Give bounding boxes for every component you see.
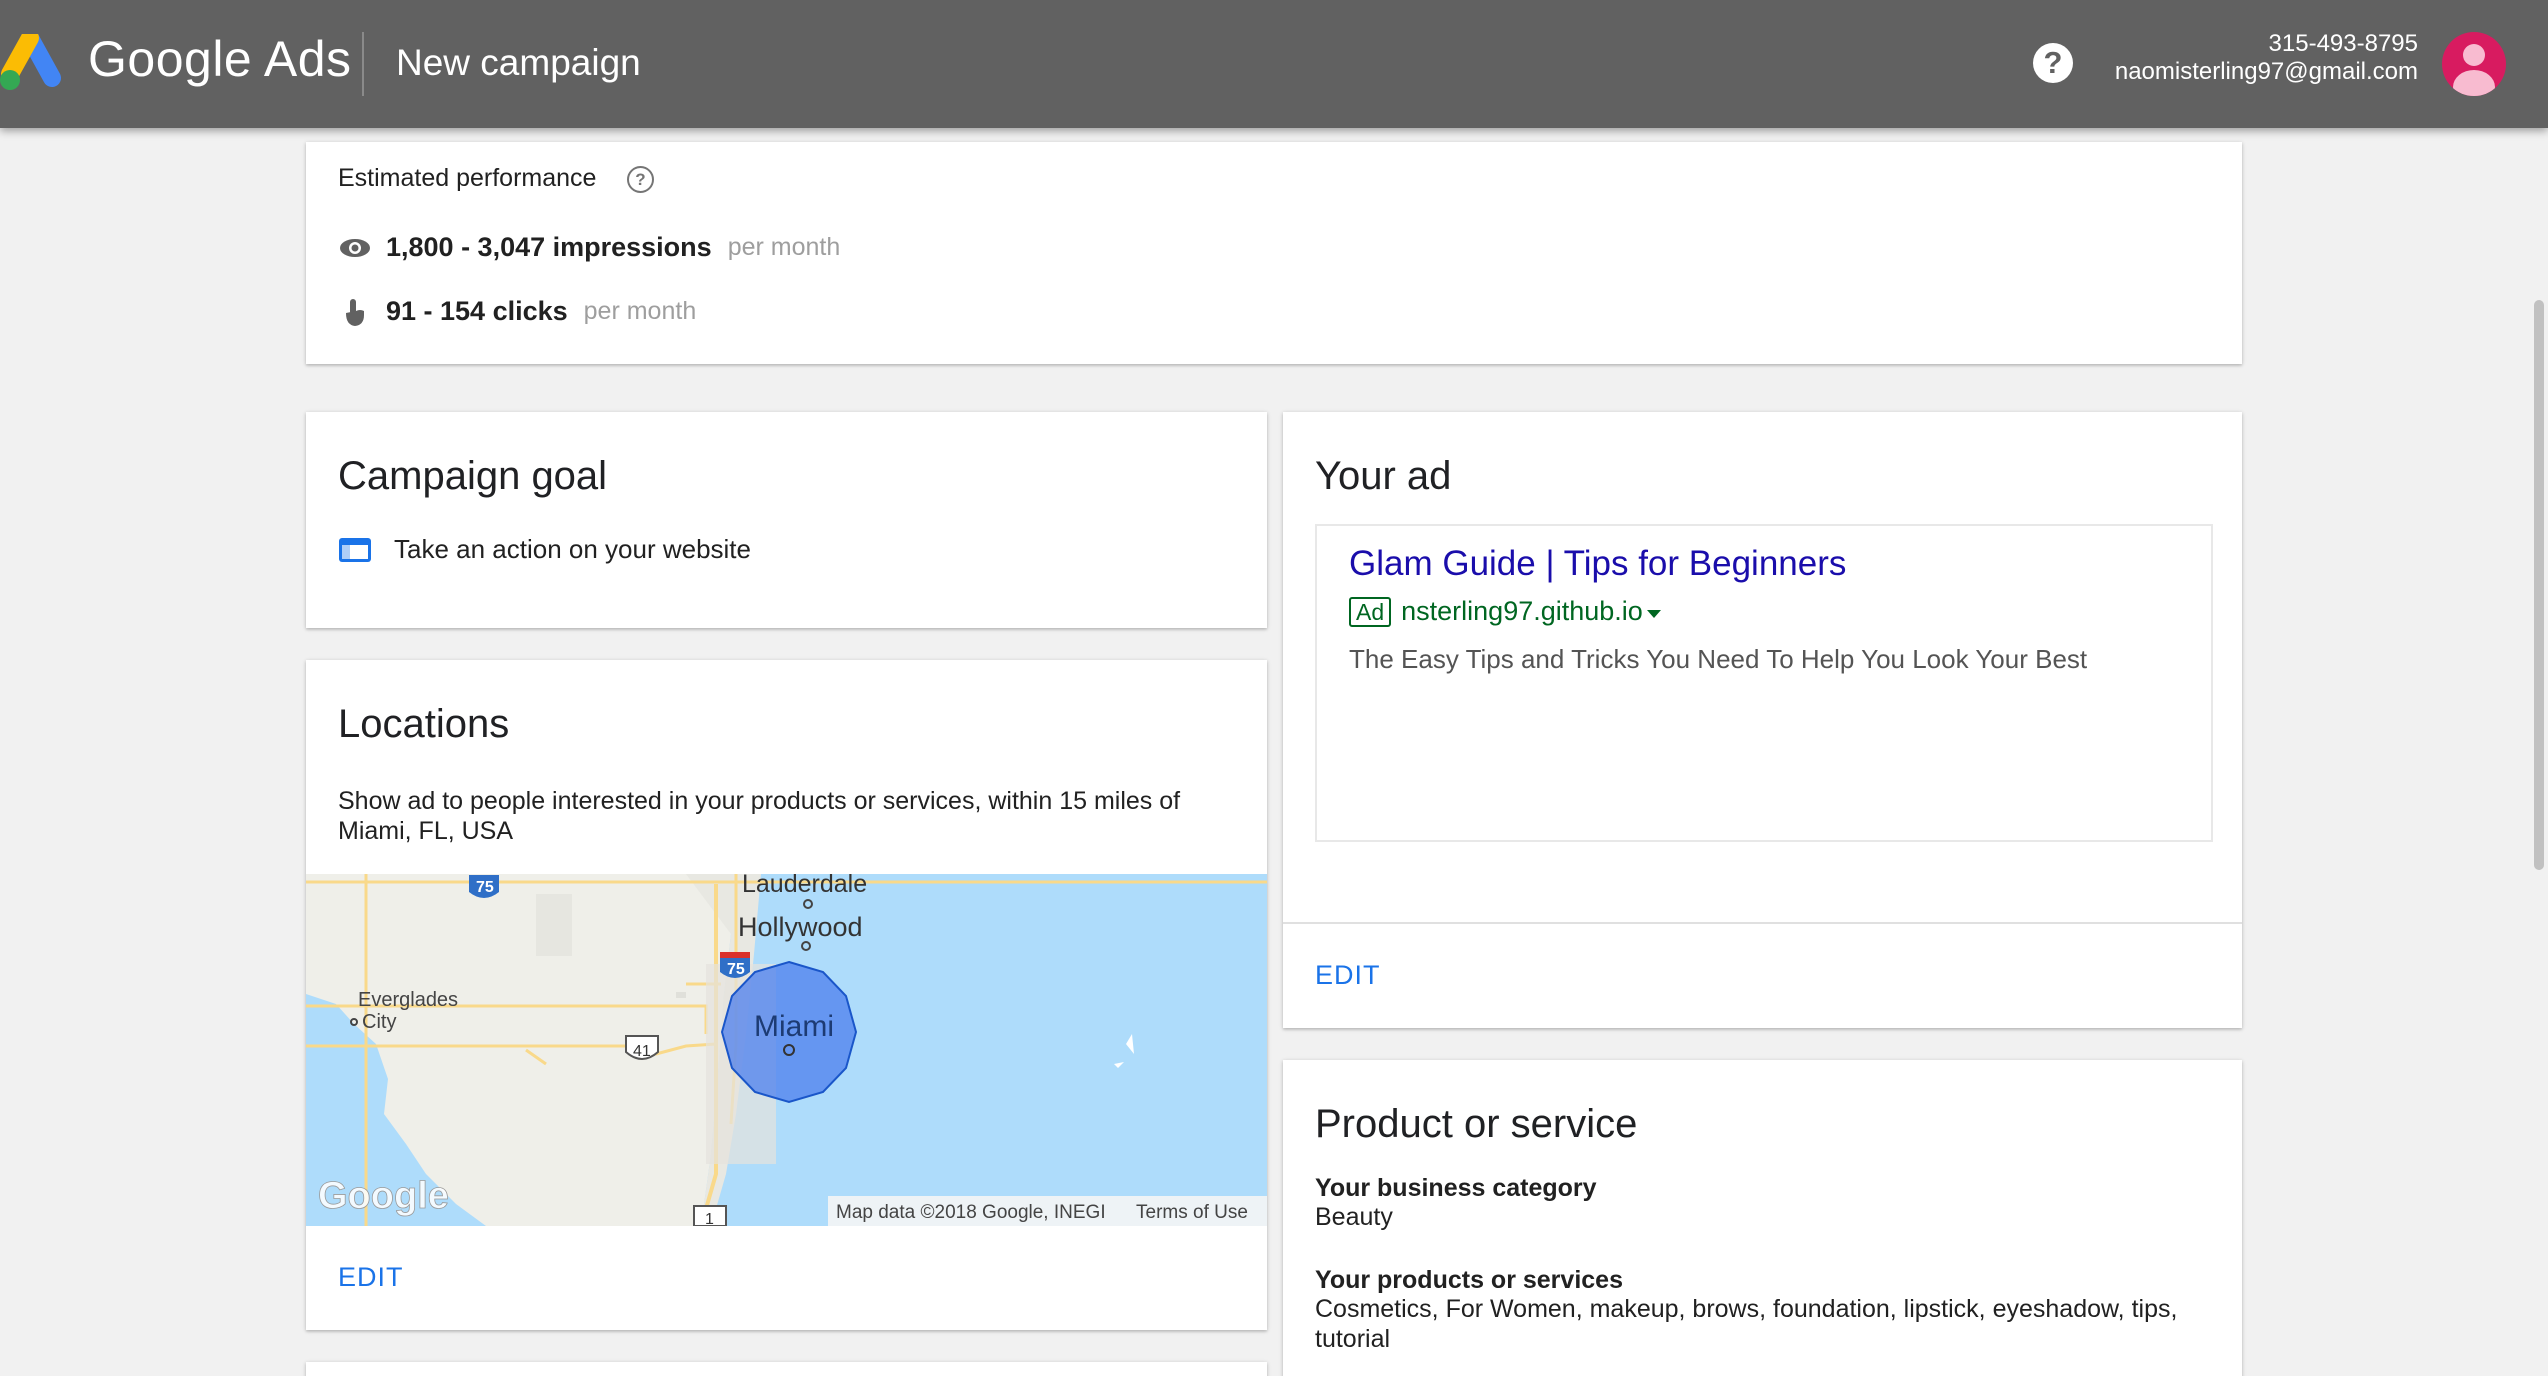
caret-down-icon[interactable]: [1646, 609, 1661, 618]
page-scrollbar[interactable]: [2534, 300, 2544, 870]
google-ads-logo-icon[interactable]: [0, 34, 66, 92]
ad-badge: Ad: [1349, 596, 1392, 627]
products-services-label: Your products or services: [1315, 1266, 1623, 1294]
help-circle-icon[interactable]: ?: [627, 166, 654, 193]
map-shield-us41: 41: [633, 1043, 651, 1060]
clicks-row: 91 - 154 clicks per month: [338, 296, 696, 327]
business-category-value: Beauty: [1315, 1203, 1393, 1231]
your-ad-divider: [1283, 922, 2242, 924]
avatar[interactable]: [2442, 32, 2506, 96]
impressions-value: 1,800 - 3,047 impressions: [386, 232, 712, 262]
ad-preview: Glam Guide | Tips for Beginners Ad nster…: [1315, 524, 2213, 842]
estimated-performance-card: Estimated performance ? 1,800 - 3,047 im…: [306, 142, 2242, 364]
map-label-everglades: Everglades: [358, 989, 458, 1011]
locations-card: Locations Show ad to people interested i…: [306, 660, 1267, 1330]
map-label-lauderdale: Lauderdale: [742, 874, 867, 898]
page-title: New campaign: [396, 42, 641, 83]
your-ad-title: Your ad: [1315, 454, 1452, 498]
campaign-goal-title: Campaign goal: [338, 454, 608, 498]
brand-name: Google Ads: [88, 31, 352, 87]
business-category-label: Your business category: [1315, 1174, 1597, 1202]
product-service-title: Product or service: [1315, 1102, 1638, 1146]
web-page-icon: [338, 537, 372, 563]
clicks-value: 91 - 154 clicks: [386, 296, 568, 326]
campaign-goal-value-row: Take an action on your website: [338, 534, 751, 565]
map-attribution: Map data ©2018 Google, INEGI: [836, 1202, 1106, 1223]
map-shield-us1: 1: [705, 1211, 714, 1226]
map-label-hollywood: Hollywood: [738, 912, 863, 942]
campaign-goal-value: Take an action on your website: [394, 534, 751, 564]
map-label-city: City: [362, 1011, 396, 1033]
ad-display-url: nsterling97.github.io: [1401, 596, 1643, 626]
map-terms-link[interactable]: Terms of Use: [1136, 1202, 1248, 1223]
account-phone: 315-493-8795: [2268, 30, 2418, 57]
ad-url-row: Ad nsterling97.github.io: [1349, 596, 1661, 627]
performance-title: Estimated performance: [338, 164, 597, 192]
location-map[interactable]: Lauderdale Hollywood Miami Everglades Ci…: [306, 874, 1267, 1226]
ad-edit-button[interactable]: EDIT: [1315, 960, 1381, 991]
account-email: naomisterling97@gmail.com: [2114, 58, 2418, 85]
next-card-edge: [306, 1362, 1267, 1376]
ad-headline[interactable]: Glam Guide | Tips for Beginners: [1349, 544, 1846, 584]
help-icon[interactable]: ?: [2033, 43, 2073, 83]
campaign-goal-card: Campaign goal Take an action on your web…: [306, 412, 1267, 628]
impressions-unit: per month: [727, 233, 841, 261]
clicks-unit: per month: [583, 297, 697, 325]
locations-title: Locations: [338, 702, 510, 746]
product-service-card: Product or service Your business categor…: [1283, 1060, 2242, 1376]
avatar-body: [2453, 70, 2495, 96]
map-graphic: Lauderdale Hollywood Miami Everglades Ci…: [306, 874, 1267, 1226]
eye-icon: [338, 233, 372, 263]
account-info[interactable]: 315-493-8795 naomisterling97@gmail.com: [2115, 30, 2418, 86]
products-services-value: Cosmetics, For Women, makeup, brows, fou…: [1315, 1295, 2178, 1353]
google-watermark: Google: [318, 1175, 449, 1217]
map-shield-i75-north: 75: [476, 879, 494, 896]
avatar-head: [2463, 44, 2485, 66]
touch-icon: [338, 297, 372, 327]
header-divider: [362, 32, 364, 96]
locations-description: Show ad to people interested in your pro…: [338, 787, 1181, 845]
map-label-miami: Miami: [754, 1010, 834, 1043]
locations-edit-button[interactable]: EDIT: [338, 1262, 404, 1293]
your-ad-card: Your ad Glam Guide | Tips for Beginners …: [1283, 412, 2242, 1028]
map-shield-i75-south: 75: [727, 961, 745, 978]
ad-description: The Easy Tips and Tricks You Need To Hel…: [1349, 644, 2088, 674]
impressions-row: 1,800 - 3,047 impressions per month: [338, 232, 840, 263]
app-header: Google Ads New campaign ? 315-493-8795 n…: [0, 0, 2548, 128]
